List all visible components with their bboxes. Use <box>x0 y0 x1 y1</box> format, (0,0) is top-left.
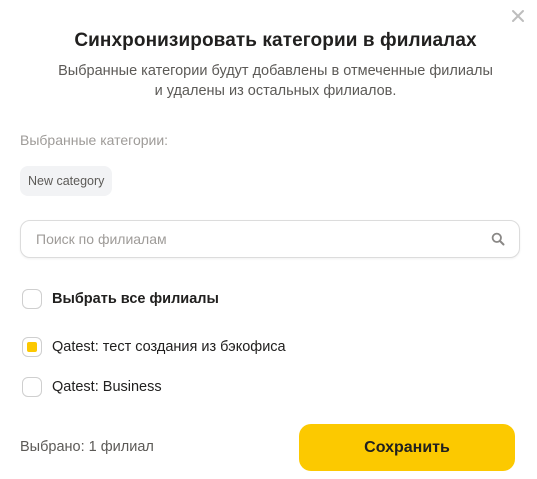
selected-categories-label: Выбранные категории: <box>20 132 169 148</box>
dialog-title: Синхронизировать категории в филиалах <box>74 30 477 51</box>
branch-checkbox[interactable] <box>22 377 42 397</box>
subtitle-line-1: Выбранные категории будут добавлены в от… <box>58 63 493 79</box>
search-icon <box>491 232 505 246</box>
selected-count: Выбрано: 1 филиал <box>20 439 154 455</box>
select-all-checkbox-row[interactable]: Выбрать все филиалы <box>22 289 219 309</box>
branch-search <box>20 220 520 258</box>
select-all-label: Выбрать все филиалы <box>52 291 219 307</box>
branch-row[interactable]: Qatest: тест создания из бэкофиса <box>22 337 286 357</box>
close-button[interactable] <box>509 7 527 25</box>
select-all-checkbox[interactable] <box>22 289 42 309</box>
branch-row[interactable]: Qatest: Business <box>22 377 162 397</box>
branch-label: Qatest: Business <box>52 379 162 395</box>
branch-checkbox-checked[interactable] <box>22 337 42 357</box>
search-input[interactable] <box>36 231 476 247</box>
subtitle-line-2: и удалены из остальных филиалов. <box>154 83 397 99</box>
close-icon <box>512 10 524 22</box>
category-chip: New category <box>20 166 113 196</box>
sync-categories-dialog: Синхронизировать категории в филиалах Вы… <box>0 0 537 479</box>
save-button[interactable]: Сохранить <box>299 424 515 471</box>
dialog-subtitle: Выбранные категории будут добавлены в от… <box>0 61 537 101</box>
checkbox-checked-mark <box>27 342 37 352</box>
branch-label: Qatest: тест создания из бэкофиса <box>52 339 286 355</box>
